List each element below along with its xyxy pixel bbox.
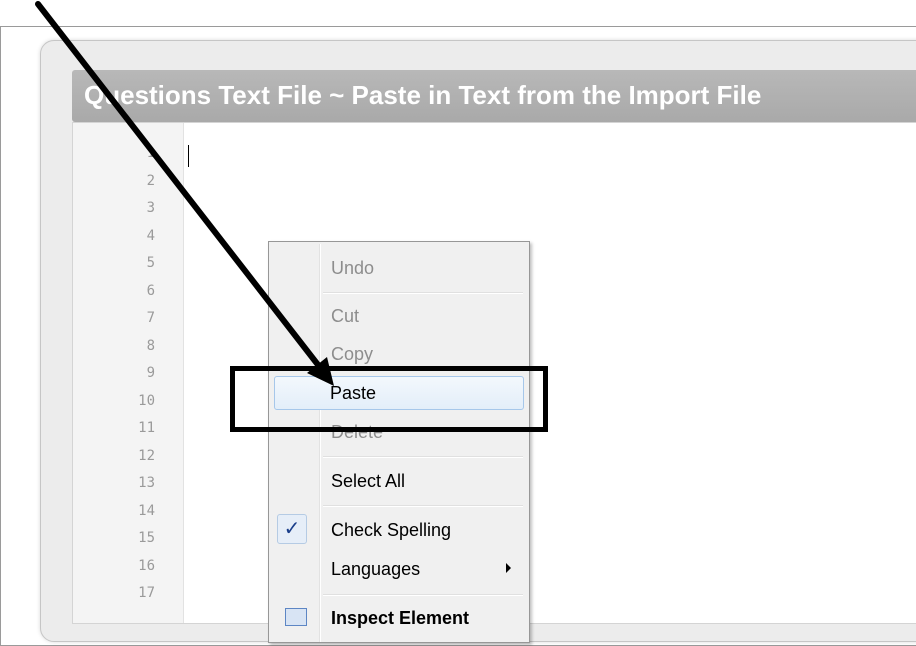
annotation-arrow xyxy=(35,1,334,386)
arrow-shaft xyxy=(35,1,325,373)
arrow-head xyxy=(307,357,334,386)
